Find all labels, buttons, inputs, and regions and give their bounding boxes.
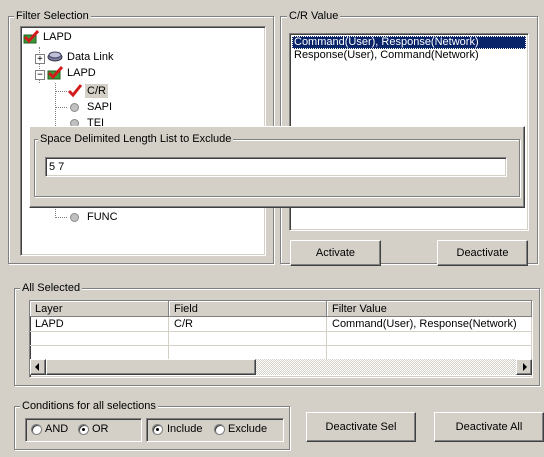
list-item[interactable]: Command(User), Response(Network) [292, 36, 526, 49]
tree-item-label: FUNC [87, 211, 118, 223]
horizontal-scrollbar[interactable] [30, 359, 532, 375]
filter-selection-title: Filter Selection [14, 10, 91, 22]
tree-item-label: LAPD [67, 67, 96, 79]
tree-item-label: SAPI [87, 101, 113, 113]
column-header-filter-value[interactable]: Filter Value [327, 301, 532, 317]
grid-line [30, 345, 532, 346]
checked-filter-icon [47, 65, 64, 80]
all-selected-table[interactable]: Layer Field Filter Value LAPD C/R Comman… [29, 300, 533, 378]
and-or-box: AND OR [25, 418, 142, 442]
link-icon [47, 51, 63, 62]
exclude-length-input[interactable]: 5 7 [45, 157, 507, 177]
list-item[interactable]: Response(User), Command(Network) [292, 49, 526, 62]
and-radio-label[interactable]: AND [45, 423, 68, 436]
or-radio-label[interactable]: OR [92, 423, 109, 436]
include-exclude-box: Include Exclude [146, 418, 284, 442]
all-selected-title: All Selected [20, 282, 83, 294]
arrow-left-icon [35, 363, 39, 371]
scroll-right-button[interactable] [516, 359, 532, 375]
or-radio[interactable] [78, 424, 89, 435]
conditions-title: Conditions for all selections [20, 400, 158, 412]
tree-line [55, 91, 67, 92]
activate-button[interactable]: Activate [290, 240, 381, 266]
collapse-minus-icon[interactable]: − [35, 70, 45, 80]
table-cell: LAPD [35, 318, 64, 330]
deactivate-sel-button[interactable]: Deactivate Sel [306, 412, 416, 442]
table-cell: Command(User), Response(Network) [332, 318, 517, 330]
exclude-radio[interactable] [214, 424, 225, 435]
exclude-radio-label[interactable]: Exclude [228, 423, 267, 436]
scroll-left-button[interactable] [30, 359, 46, 375]
table-cell: C/R [174, 318, 193, 330]
checked-filter-icon [23, 29, 40, 44]
exclude-length-value: 5 7 [49, 161, 65, 173]
tree-item-label: LAPD [43, 31, 72, 43]
deactivate-button[interactable]: Deactivate [437, 240, 528, 266]
grid-line [30, 331, 532, 332]
scroll-thumb[interactable] [46, 359, 256, 375]
and-radio[interactable] [31, 424, 42, 435]
include-radio[interactable] [152, 424, 163, 435]
expand-plus-icon[interactable]: + [35, 54, 45, 64]
checkmark-icon [67, 84, 83, 98]
column-header-layer[interactable]: Layer [30, 301, 169, 317]
exclude-length-panel: Space Delimited Length List to Exclude 5… [29, 126, 525, 208]
cr-value-title: C/R Value [287, 10, 341, 22]
field-ball-icon [70, 103, 79, 112]
tree-line [55, 217, 67, 218]
table-row[interactable]: LAPD C/R Command(User), Response(Network… [30, 317, 532, 331]
arrow-right-icon [523, 363, 527, 371]
deactivate-all-button[interactable]: Deactivate All [434, 412, 544, 442]
tree-item-label: Data Link [67, 51, 114, 63]
exclude-length-title: Space Delimited Length List to Exclude [38, 133, 234, 145]
tree-line [55, 107, 67, 108]
column-header-field[interactable]: Field [169, 301, 327, 317]
field-ball-icon [70, 213, 79, 222]
include-radio-label[interactable]: Include [167, 423, 202, 436]
tree-item-label: C/R [85, 84, 108, 98]
